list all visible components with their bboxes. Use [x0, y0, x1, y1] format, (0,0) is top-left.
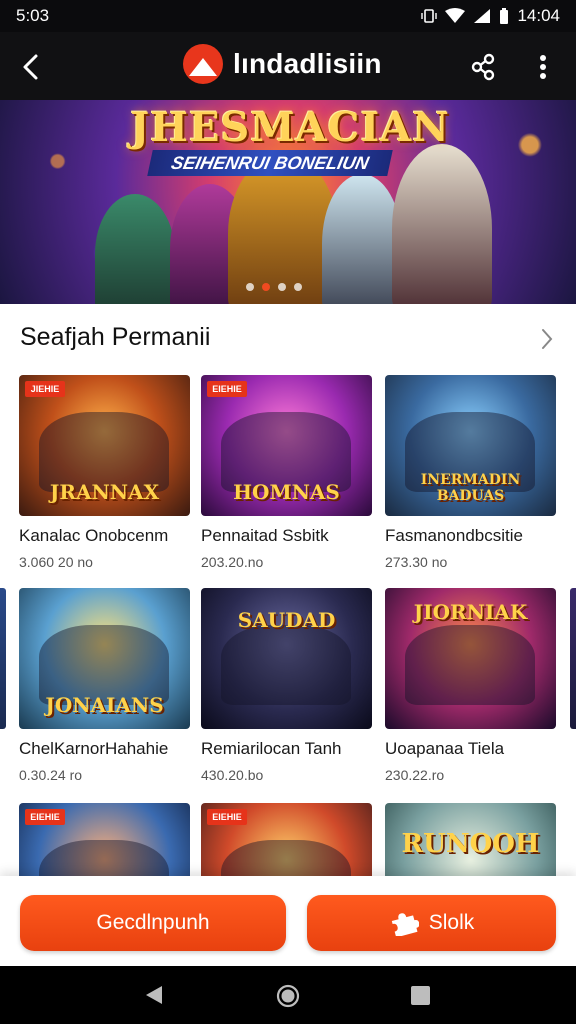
- banner-subtitle: SEIHENRUI BONELIUN: [147, 150, 393, 176]
- game-card[interactable]: SAUDAD Remiarilocan Tanh 430.20.bo: [201, 588, 372, 783]
- game-badge: JIEHIE: [25, 381, 65, 397]
- game-card[interactable]: EIEHIE HOMNAS Pennaitad Ssbitk 203.20.no: [201, 375, 372, 570]
- game-meta: 273.30 no: [385, 554, 448, 570]
- game-thumbnail: INERMADIN BADUAS: [385, 375, 556, 516]
- game-card[interactable]: JIEHIE JRANNAX Kanalac Onobcenm 3.060 20…: [19, 375, 190, 570]
- primary-action-button[interactable]: Gecdlnpunh: [20, 895, 286, 951]
- more-vert-icon: [540, 55, 546, 79]
- primary-action-label: Gecdlnpunh: [96, 911, 210, 934]
- game-name: Uoapanaa Tiela: [385, 739, 505, 758]
- banner-character: [322, 174, 402, 304]
- section-see-all-button[interactable]: [534, 324, 560, 354]
- pagination-dot-active[interactable]: [262, 283, 270, 291]
- status-icons: 14:04: [421, 6, 560, 26]
- game-meta: 430.20.bo: [201, 767, 264, 783]
- banner-pagination: [246, 283, 302, 291]
- nav-back-icon[interactable]: [144, 984, 164, 1011]
- featured-banner[interactable]: JHESMACIAN SEIHENRUI BONELIUN: [0, 100, 576, 304]
- game-card[interactable]: INERMADIN BADUAS Fasmanondbcsitie 273.30…: [385, 375, 556, 570]
- game-card[interactable]: JONAIANS ChelKarnorHahahie 0.30.24 ro: [19, 588, 190, 783]
- game-meta: 203.20.no: [201, 554, 264, 570]
- game-thumbnail: SAUDAD: [201, 588, 372, 729]
- pagination-dot[interactable]: [246, 283, 254, 291]
- game-name: ChelKarnorHahahie: [19, 739, 169, 758]
- system-nav-bar: [0, 966, 576, 1024]
- nav-recent-icon[interactable]: [411, 986, 430, 1005]
- share-button[interactable]: [466, 50, 500, 84]
- game-thumbnail: JONAIANS: [19, 588, 190, 729]
- game-thumb-title: JONAIANS: [45, 693, 164, 717]
- game-name: Pennaitad Ssbitk: [201, 526, 329, 545]
- wifi-icon: [445, 8, 466, 24]
- secondary-action-label: Slolk: [428, 911, 475, 934]
- more-options-button[interactable]: [528, 50, 558, 84]
- status-bar: 5:03 14:04: [0, 0, 576, 32]
- game-name: Fasmanondbcsitie: [385, 526, 523, 545]
- game-name: Remiarilocan Tanh: [201, 739, 342, 758]
- action-bar: Gecdlnpunh Slolk: [0, 876, 576, 966]
- brand: lındadlisiin: [183, 44, 382, 84]
- chevron-right-icon: [542, 329, 553, 349]
- game-badge: EIEHIE: [25, 809, 65, 825]
- battery-icon: [499, 7, 509, 25]
- game-meta: 230.22.ro: [385, 767, 445, 783]
- pagination-dot[interactable]: [294, 283, 302, 291]
- vibrate-icon: [421, 8, 438, 24]
- back-button[interactable]: [14, 50, 48, 84]
- game-thumbnail: EIEHIE HOMNAS: [201, 375, 372, 516]
- nav-home-icon[interactable]: [276, 984, 300, 1013]
- game-card[interactable]: JIORNIAK Uoapanaa Tiela 230.22.ro: [385, 588, 556, 783]
- game-thumb-title: RUNOOH: [401, 829, 540, 859]
- status-time: 5:03: [16, 6, 50, 25]
- game-art: [221, 625, 351, 705]
- app-bar: lındadlisiin: [0, 32, 576, 100]
- game-thumb-title: INERMADIN BADUAS: [420, 472, 521, 504]
- carousel-peek-right: [570, 588, 576, 729]
- game-meta: 0.30.24 ro: [19, 767, 83, 783]
- signal-icon: [473, 8, 491, 24]
- app-title: lındadlisiin: [233, 48, 382, 79]
- pagination-dot[interactable]: [278, 283, 286, 291]
- game-name: Kanalac Onobcenm: [19, 526, 169, 545]
- game-badge: EIEHIE: [207, 381, 247, 397]
- section-title: Seafjah Permanii: [20, 323, 211, 351]
- carousel-peek-left: [0, 588, 6, 729]
- banner-title: JHESMACIAN: [130, 104, 450, 151]
- status-clock: 14:04: [517, 6, 560, 25]
- banner-character: [392, 144, 492, 304]
- game-thumb-title: SAUDAD: [237, 608, 336, 632]
- game-badge: EIEHIE: [207, 809, 247, 825]
- logo-icon: [183, 44, 223, 84]
- puzzle-icon: [391, 913, 419, 936]
- game-thumbnail: JIEHIE JRANNAX: [19, 375, 190, 516]
- game-thumb-title: HOMNAS: [233, 480, 340, 504]
- game-meta: 3.060 20 no: [19, 554, 93, 570]
- secondary-action-button[interactable]: Slolk: [307, 895, 556, 951]
- back-arrow-icon: [23, 54, 38, 80]
- banner-character: [95, 194, 175, 304]
- share-icon: [471, 53, 495, 81]
- game-thumbnail: JIORNIAK: [385, 588, 556, 729]
- game-thumb-title: JRANNAX: [49, 480, 160, 504]
- game-art: [405, 625, 535, 705]
- game-thumb-title: JIORNIAK: [413, 600, 528, 624]
